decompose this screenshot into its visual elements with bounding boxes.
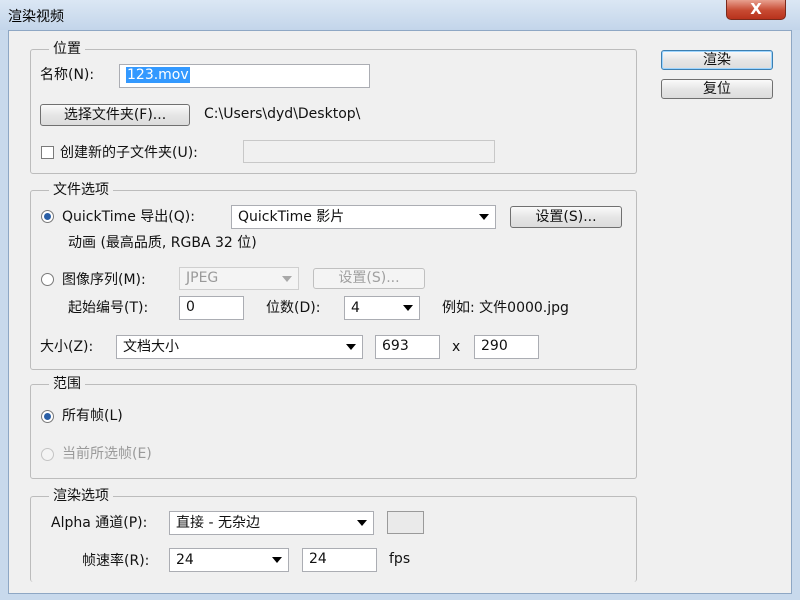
example-text: 例如: 文件0000.jpg [442,300,569,316]
file-options-legend: 文件选项 [49,182,113,198]
current-selected-radio[interactable] [41,448,54,461]
alpha-channel-label: Alpha 通道(P): [51,515,148,531]
start-number-label: 起始编号(T): [68,300,149,316]
subfolder-input[interactable] [243,140,495,163]
range-legend: 范围 [49,376,85,392]
name-input-value: 123.mov [126,67,190,83]
image-sequence-label: 图像序列(M): [62,272,146,288]
range-group [30,384,637,479]
alpha-channel-select[interactable]: 直接 - 无杂边 [169,511,374,535]
chevron-down-icon [403,305,413,311]
chevron-down-icon [479,214,489,220]
alpha-channel-value: 直接 - 无杂边 [176,515,260,531]
title-bar: 渲染视频 X [0,0,800,30]
frame-rate-select[interactable]: 24 [169,548,289,572]
size-label: 大小(Z): [40,339,94,355]
choose-folder-button[interactable]: 选择文件夹(F)... [40,104,190,126]
render-button[interactable]: 渲染 [661,50,773,70]
image-sequence-format-select[interactable]: JPEG [179,267,299,290]
all-frames-radio[interactable] [41,410,54,423]
start-number-input[interactable]: 0 [179,296,244,320]
height-input[interactable]: 290 [474,335,539,359]
frame-rate-input[interactable]: 24 [302,548,377,572]
chevron-down-icon [272,557,282,563]
frame-rate-label: 帧速率(R): [82,553,150,569]
name-label: 名称(N): [40,67,95,83]
all-frames-label: 所有帧(L) [62,408,123,424]
create-subfolder-checkbox[interactable] [41,146,54,159]
close-icon: X [750,0,762,18]
quicktime-format-select[interactable]: QuickTime 影片 [231,205,496,229]
quicktime-description: 动画 (最高品质, RGBA 32 位) [68,235,257,251]
digits-value: 4 [351,300,360,316]
image-sequence-settings-button[interactable]: 设置(S)... [313,268,425,289]
window-title: 渲染视频 [8,9,64,25]
matte-color-swatch[interactable] [387,511,424,534]
fps-label: fps [389,551,411,567]
digits-label: 位数(D): [266,300,321,316]
quicktime-format-value: QuickTime 影片 [238,209,345,225]
chevron-down-icon [282,275,292,282]
create-subfolder-label: 创建新的子文件夹(U): [60,145,198,161]
reset-button[interactable]: 复位 [661,79,773,99]
size-select[interactable]: 文档大小 [116,335,363,359]
image-sequence-format-value: JPEG [186,270,219,286]
frame-rate-select-value: 24 [176,552,194,568]
times-sign: x [452,339,461,355]
quicktime-radio[interactable] [41,210,54,223]
quicktime-label: QuickTime 导出(Q): [62,209,195,225]
chevron-down-icon [346,344,356,350]
digits-select[interactable]: 4 [344,296,420,320]
chevron-down-icon [357,520,367,526]
image-sequence-radio[interactable] [41,273,54,286]
render-options-legend: 渲染选项 [49,488,113,504]
width-input[interactable]: 693 [375,335,440,359]
current-selected-label: 当前所选帧(E) [62,446,152,462]
quicktime-settings-button[interactable]: 设置(S)... [510,206,622,228]
close-button[interactable]: X [726,0,786,20]
location-legend: 位置 [49,41,85,57]
folder-path: C:\Users\dyd\Desktop\ [204,106,361,122]
name-input[interactable]: 123.mov [119,64,370,88]
size-value: 文档大小 [123,339,179,355]
